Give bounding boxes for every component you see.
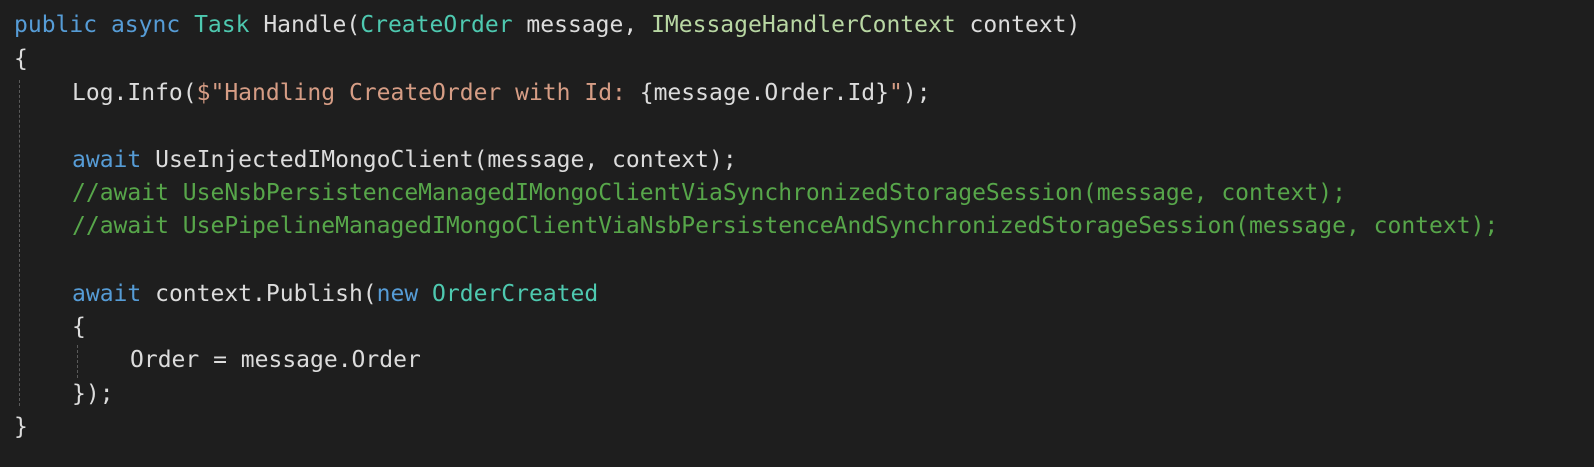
code-line-5: await UseInjectedIMongoClient(message, c… bbox=[72, 144, 737, 177]
comment-line: //await UsePipelineManagedIMongoClientVi… bbox=[72, 213, 1499, 239]
call-use-injected: UseInjectedIMongoClient(message, context… bbox=[141, 147, 737, 173]
code-line-6: //await UseNsbPersistenceManagedIMongoCl… bbox=[72, 177, 1346, 210]
string-interpolation: {message.Order.Id} bbox=[639, 80, 889, 106]
code-line-9: await context.Publish(new OrderCreated bbox=[72, 278, 598, 311]
code-line-2: { bbox=[14, 43, 28, 76]
param-context: context) bbox=[955, 12, 1081, 38]
code-line-3: Log.Info($"Handling CreateOrder with Id:… bbox=[72, 77, 931, 110]
keyword-await: await bbox=[72, 281, 142, 307]
code-line-7: //await UsePipelineManagedIMongoClientVi… bbox=[72, 210, 1498, 243]
log-call: Log.Info( bbox=[72, 80, 197, 106]
close-brace: } bbox=[14, 414, 28, 440]
open-brace: { bbox=[72, 314, 86, 340]
keyword-async: async bbox=[110, 12, 181, 38]
string-end: " bbox=[888, 80, 903, 106]
comment-line: //await UseNsbPersistenceManagedIMongoCl… bbox=[72, 180, 1346, 206]
indent-guide-inner bbox=[77, 345, 78, 378]
call-publish: context.Publish( bbox=[141, 281, 377, 307]
string-literal: $"Handling CreateOrder with Id: bbox=[196, 80, 640, 106]
type-order-created: OrderCreated bbox=[418, 281, 599, 307]
indent-guide-outer bbox=[19, 80, 20, 406]
assignment: Order = message.Order bbox=[130, 347, 421, 373]
code-line-13: } bbox=[14, 411, 28, 444]
code-line-11: Order = message.Order bbox=[130, 344, 421, 377]
keyword-new: new bbox=[376, 281, 419, 307]
open-brace: { bbox=[14, 46, 28, 72]
code-line-12: }); bbox=[72, 378, 114, 411]
type-task: Task bbox=[194, 12, 250, 38]
code-line-10: { bbox=[72, 311, 86, 344]
close-brace-paren: }); bbox=[72, 381, 114, 407]
type-imessage-handler-context: IMessageHandlerContext bbox=[651, 12, 956, 38]
keyword-public: public bbox=[14, 12, 98, 38]
keyword-await: await bbox=[72, 147, 142, 173]
log-call-end: ); bbox=[902, 80, 931, 106]
code-editor[interactable]: public async Task Handle(CreateOrder mes… bbox=[0, 0, 1594, 467]
type-create-order: CreateOrder bbox=[360, 12, 513, 38]
code-line-1: public async Task Handle(CreateOrder mes… bbox=[14, 9, 1080, 42]
param-message: message, bbox=[512, 12, 652, 38]
method-name: Handle( bbox=[263, 12, 361, 38]
